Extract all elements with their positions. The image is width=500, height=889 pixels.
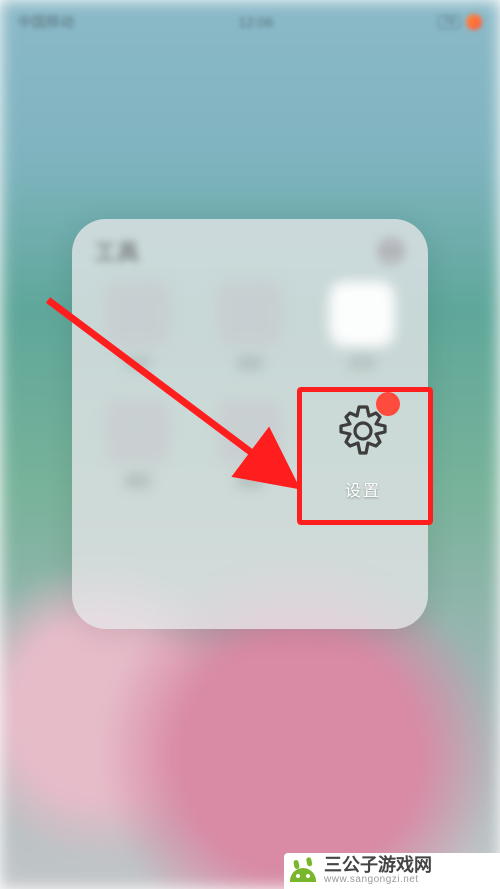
app-tile[interactable]: 文件 [86, 281, 190, 389]
profile-dot-icon [466, 14, 482, 30]
app-label: 互传 [349, 353, 375, 372]
more-icon: ⋯ [382, 241, 400, 262]
folder-title: 工具 [94, 235, 140, 267]
app-tile[interactable]: 互传 [310, 281, 414, 389]
app-label: 录音 [237, 353, 263, 372]
app-label: 相册 [237, 471, 263, 490]
app-tile-settings[interactable]: 设置 [310, 398, 416, 506]
watermark-text: 三公子游戏网 [324, 856, 432, 875]
clock-label: 12:06 [238, 14, 273, 30]
watermark: 三公子游戏网 www.sangongzi.net [284, 853, 500, 889]
transfer-icon [329, 281, 395, 347]
gallery-icon [217, 399, 283, 465]
recorder-icon [217, 281, 283, 347]
carrier-label: 中国移动 [18, 12, 74, 32]
app-label: 便签 [125, 471, 151, 490]
notification-badge-icon [376, 392, 400, 416]
app-label: 设置 [345, 477, 381, 501]
app-label: 文件 [125, 353, 151, 372]
battery-label: 78 [438, 15, 460, 29]
app-tile[interactable]: 录音 [198, 281, 302, 389]
app-tile[interactable]: 相册 [198, 399, 302, 507]
app-tile[interactable]: 便签 [86, 399, 190, 507]
watermark-logo-icon [290, 860, 316, 882]
status-bar: 中国移动 12:06 78 [0, 6, 500, 38]
files-icon [105, 281, 171, 347]
watermark-domain: www.sangongzi.net [324, 875, 432, 886]
folder-more-button[interactable]: ⋯ [376, 236, 406, 266]
notes-icon [105, 399, 171, 465]
